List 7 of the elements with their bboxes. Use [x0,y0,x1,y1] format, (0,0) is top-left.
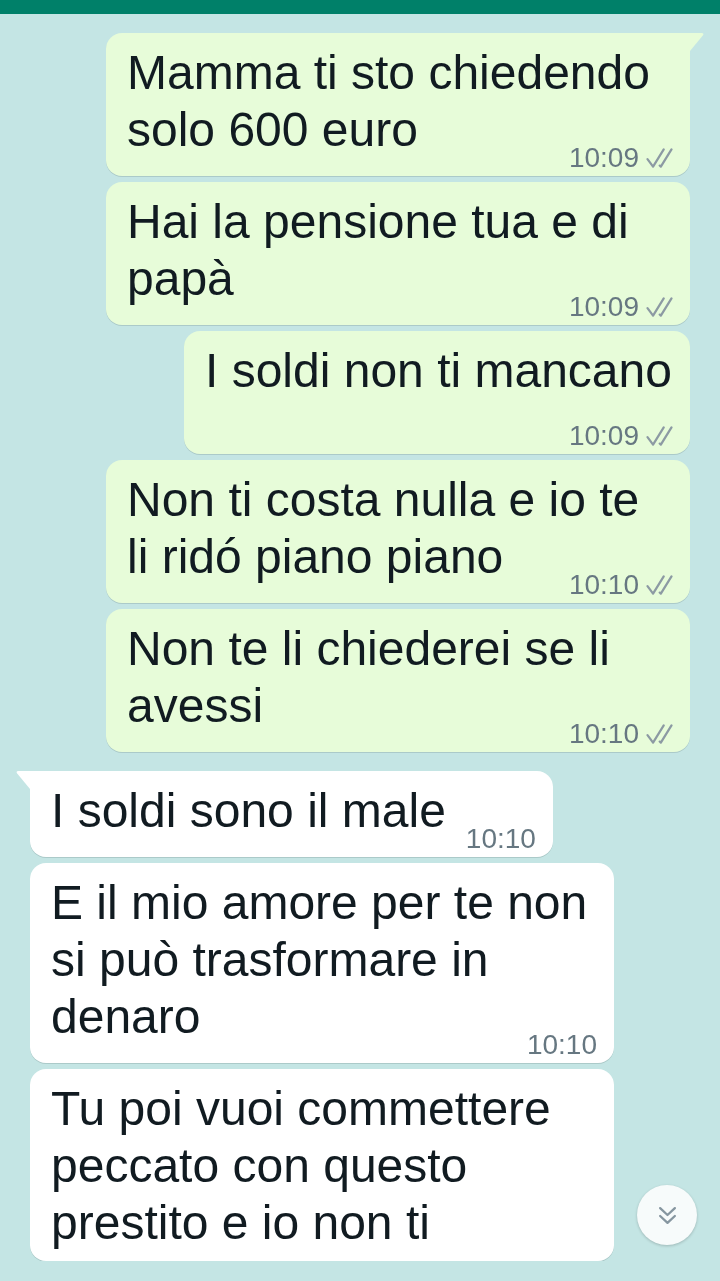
message-time: 10:10 [465,824,536,854]
double-chevron-down-icon [656,1204,678,1226]
message-text: I soldi non ti mancano [205,344,672,397]
scroll-down-button[interactable] [637,1185,697,1245]
message-text: I soldi sono il male [51,784,446,837]
message-text: Tu poi vuoi commettere peccato con questo prestito e io non ti [51,1082,551,1249]
message-time: 10:09 [568,421,639,451]
